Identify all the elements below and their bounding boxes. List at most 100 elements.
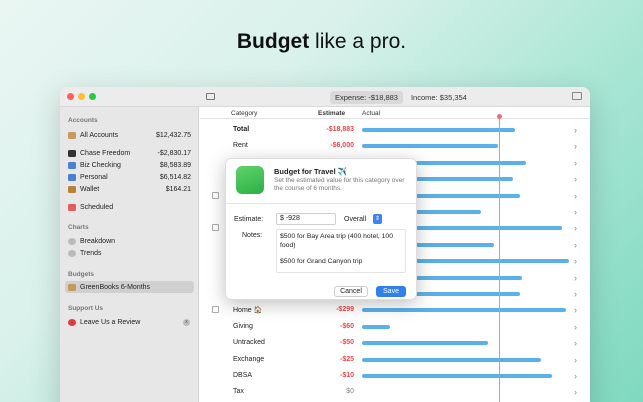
estimate-column-header[interactable]: Estimate [318, 110, 345, 117]
row-actual-bar [362, 341, 488, 346]
chevron-right-icon[interactable]: › [574, 125, 577, 135]
chevron-right-icon[interactable]: › [574, 191, 577, 201]
chevron-updown-icon[interactable]: ⇕ [373, 214, 382, 224]
row-category: Rent [233, 142, 248, 150]
note-icon[interactable] [212, 224, 219, 232]
table-row[interactable]: Total -$18,883 › [200, 122, 590, 138]
sidebar-item-greenbooks[interactable]: GreenBooks 6-Months [65, 281, 194, 293]
row-estimate: -$10 [339, 372, 354, 379]
notes-label: Notes: [242, 232, 263, 239]
table-row[interactable]: DBSA -$10 › [200, 368, 590, 384]
chevron-right-icon[interactable]: › [574, 141, 577, 151]
sidebar-item-review[interactable]: Leave Us a Review x [65, 316, 194, 328]
notes-line: $500 for Grand Canyon trip [280, 258, 363, 265]
pie-chart-icon [68, 237, 76, 245]
sidebar-item-label: Scheduled [80, 203, 114, 211]
table-row[interactable]: Rent -$6,000 › [200, 138, 590, 154]
account-name: All Accounts [80, 131, 119, 139]
row-category: Home 🏠 [233, 307, 263, 315]
dismiss-badge[interactable]: x [183, 318, 190, 326]
sidebar-item-account[interactable]: Wallet $164.21 [65, 183, 194, 195]
title-bar: Expense: -$18,883 Income: $35,354 [60, 87, 590, 107]
row-track [362, 391, 577, 393]
wallet-icon [68, 185, 76, 193]
account-balance: $164.21 [165, 185, 191, 193]
row-estimate: -$50 [339, 339, 354, 347]
row-track [362, 325, 577, 327]
account-name: Chase Freedom [80, 149, 131, 157]
table-row[interactable]: Tax $0 › [200, 384, 590, 400]
chevron-right-icon[interactable]: › [574, 371, 577, 381]
chevron-right-icon[interactable]: › [574, 355, 577, 365]
summary-bar: Expense: -$18,883 Income: $35,354 [330, 90, 469, 104]
chevron-right-icon[interactable]: › [574, 322, 577, 332]
table-row[interactable]: Exchange -$25 › [200, 352, 590, 368]
pen-icon [68, 173, 76, 181]
income-total: Income: $35,354 [410, 92, 467, 102]
today-marker-dot [497, 114, 502, 119]
list-view-icon[interactable] [572, 92, 582, 100]
row-category: Total [233, 126, 250, 133]
row-estimate: -$60 [339, 322, 354, 330]
today-marker [499, 115, 500, 402]
row-category: DBSA [233, 372, 253, 379]
close-window-button[interactable] [67, 93, 74, 100]
chevron-right-icon[interactable]: › [574, 289, 577, 299]
chevron-right-icon[interactable]: › [574, 207, 577, 217]
accounts-section-label: Accounts [68, 117, 98, 124]
table-row[interactable]: Giving -$60 › [200, 319, 590, 335]
account-balance: $8,583.89 [159, 161, 191, 169]
sidebar-item-label: Breakdown [80, 237, 116, 245]
save-button[interactable]: Save [376, 286, 406, 297]
row-category: Exchange [233, 355, 265, 363]
budget-popover: Budget for Travel ✈️ Set the estimated v… [225, 158, 417, 300]
estimate-input[interactable]: $ -928 [276, 213, 336, 225]
sidebar-item-scheduled[interactable]: Scheduled [65, 201, 194, 213]
note-icon[interactable] [212, 306, 219, 314]
chevron-right-icon[interactable]: › [574, 223, 577, 233]
headline-rest: like a pro. [309, 30, 407, 53]
chevron-right-icon[interactable]: › [574, 338, 577, 348]
sidebar-item-account[interactable]: Chase Freedom -$2,830.17 [65, 147, 194, 159]
headline-bold: Budget [236, 30, 310, 53]
row-estimate: -$6,000 [330, 142, 354, 150]
actual-column-header[interactable]: Actual [362, 110, 380, 117]
sidebar-item-account[interactable]: Personal $6,514.82 [65, 171, 194, 183]
notes-line: $500 for Bay Area trip (400 hotel, 100 f… [280, 233, 393, 249]
period-select[interactable]: Overall [344, 216, 366, 223]
cancel-button[interactable]: Cancel [334, 286, 368, 297]
zoom-window-button[interactable] [89, 93, 96, 100]
sidebar-item-label: Trends [80, 249, 102, 257]
popover-divider [226, 203, 416, 204]
sidebar-item-account[interactable]: Biz Checking $8,583.89 [65, 159, 194, 171]
category-column-header[interactable]: Category [231, 110, 257, 117]
row-actual-bar [362, 374, 552, 378]
column-header: Category Estimate Actual [200, 107, 590, 119]
table-row[interactable]: Untracked -$50 › [200, 335, 590, 351]
row-category: Untracked [233, 339, 265, 347]
row-actual-bar [362, 357, 541, 362]
chevron-right-icon[interactable]: › [574, 305, 577, 315]
note-icon[interactable] [212, 191, 219, 199]
sidebar-item-label: GreenBooks 6-Months [80, 283, 151, 291]
chevron-right-icon[interactable]: › [574, 158, 577, 168]
sidebar-item-breakdown[interactable]: Breakdown [65, 235, 194, 247]
notes-textarea[interactable]: $500 for Bay Area trip (400 hotel, 100 f… [276, 229, 406, 273]
sidebar-item-account[interactable]: All Accounts $12,432.75 [65, 129, 194, 141]
chevron-right-icon[interactable]: › [574, 174, 577, 184]
account-balance: -$2,830.17 [157, 149, 191, 157]
estimate-label: Estimate: [234, 216, 264, 223]
row-category: Giving [233, 322, 253, 330]
chevron-right-icon[interactable]: › [574, 256, 577, 266]
support-section-label: Support Us [68, 305, 104, 312]
chevron-right-icon[interactable]: › [574, 273, 577, 283]
chevron-right-icon[interactable]: › [574, 387, 577, 397]
page-headline: Budget like a pro. [0, 30, 643, 54]
sidebar-toggle-icon[interactable] [206, 93, 215, 100]
chevron-right-icon[interactable]: › [574, 240, 577, 250]
minimize-window-button[interactable] [78, 93, 85, 100]
account-balance: $12,432.75 [155, 131, 191, 139]
table-row[interactable]: Home 🏠 -$299 › [200, 302, 590, 318]
sidebar-item-trends[interactable]: Trends [65, 247, 194, 259]
row-actual-bar [362, 324, 390, 329]
